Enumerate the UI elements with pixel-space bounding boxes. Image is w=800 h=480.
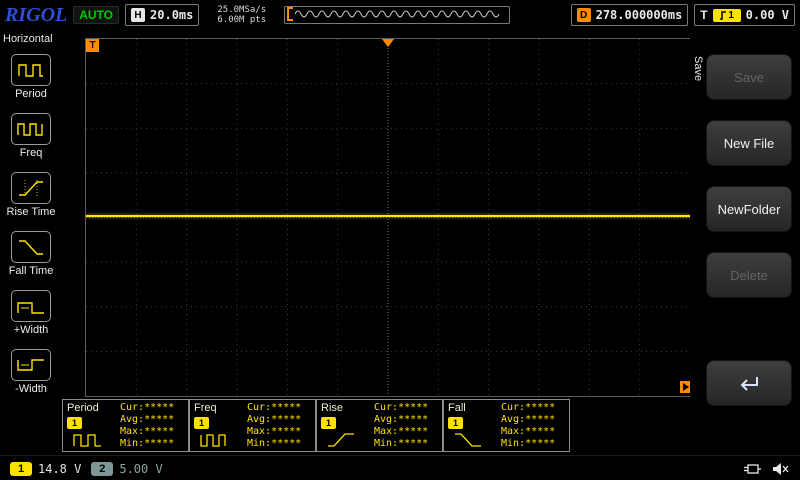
measurement-name: Period bbox=[67, 402, 99, 414]
freq-waveform-icon bbox=[200, 434, 226, 447]
acquisition-info: 25.0MSa/s 6.00M pts bbox=[217, 5, 266, 25]
measurement-average: Avg:***** bbox=[501, 414, 556, 425]
measurement-item-rise[interactable]: Rise 1 Cur:***** Avg:***** Max:***** Min… bbox=[316, 399, 443, 452]
sidebar-item-plus-width[interactable]: +Width bbox=[11, 290, 51, 336]
oscilloscope-screen: RIGOL AUTO H 20.0ms 25.0MSa/s 6.00M pts … bbox=[0, 0, 800, 480]
channel-badge: 1 bbox=[194, 417, 209, 429]
measurement-average: Avg:***** bbox=[374, 414, 429, 425]
sidebar-item-period[interactable]: Period bbox=[11, 54, 51, 100]
trigger-source-badge: 1 bbox=[712, 8, 741, 22]
measurement-bar: Period 1 Cur:***** Avg:***** Max:***** M… bbox=[62, 399, 570, 452]
fall-time-icon bbox=[11, 231, 51, 263]
channel1-scale: 14.8 V bbox=[38, 461, 82, 476]
horizontal-measure-menu: Horizontal Period Freq Rise Time Fall Ti… bbox=[0, 30, 62, 455]
measurement-item-period[interactable]: Period 1 Cur:***** Avg:***** Max:***** M… bbox=[62, 399, 189, 452]
measurement-max: Max:***** bbox=[374, 426, 429, 437]
fall-waveform-icon bbox=[455, 433, 481, 447]
channel2-badge: 2 bbox=[91, 461, 114, 476]
delay-d-badge: D bbox=[576, 8, 591, 22]
memory-waveform-indicator[interactable] bbox=[284, 6, 511, 24]
measurement-min: Min:***** bbox=[501, 438, 556, 449]
horizontal-h-badge: H bbox=[131, 8, 146, 22]
enter-back-button[interactable] bbox=[706, 360, 792, 406]
horizontal-timebase-box[interactable]: H 20.0ms bbox=[125, 4, 200, 26]
channel1-badge: 1 bbox=[10, 461, 32, 476]
top-status-bar: RIGOL AUTO H 20.0ms 25.0MSa/s 6.00M pts … bbox=[0, 0, 800, 30]
sidebar-item-freq[interactable]: Freq bbox=[11, 113, 51, 159]
measurement-current: Cur:***** bbox=[374, 402, 429, 413]
trigger-level-marker[interactable]: T bbox=[86, 39, 99, 52]
trigger-box[interactable]: T 1 0.00 V bbox=[694, 4, 795, 26]
channel-badge: 1 bbox=[67, 417, 82, 429]
graticule-grid bbox=[86, 39, 690, 396]
trigger-channel: 1 bbox=[728, 9, 734, 21]
measurement-max: Max:***** bbox=[247, 426, 302, 437]
measurement-average: Avg:***** bbox=[120, 414, 175, 425]
measurement-name: Rise bbox=[321, 402, 344, 414]
measurement-name: Fall bbox=[448, 402, 466, 414]
menu-tab-save: Save bbox=[692, 56, 704, 82]
freq-icon bbox=[11, 113, 51, 145]
sidebar-item-label: -Width bbox=[15, 383, 47, 395]
plus-width-icon bbox=[11, 290, 51, 322]
channel2-scale: 5.00 V bbox=[119, 461, 163, 476]
save-button[interactable]: Save bbox=[706, 54, 792, 100]
measurement-min: Min:***** bbox=[374, 438, 429, 449]
measurement-min: Min:***** bbox=[247, 438, 302, 449]
measurement-item-fall[interactable]: Fall 1 Cur:***** Avg:***** Max:***** Min… bbox=[443, 399, 570, 452]
sidebar-item-rise-time[interactable]: Rise Time bbox=[6, 172, 56, 218]
delay-box[interactable]: D 278.000000ms bbox=[570, 4, 689, 26]
speaker-icon[interactable] bbox=[772, 462, 790, 476]
measurement-name: Freq bbox=[194, 402, 217, 414]
trigger-level-value: 0.00 V bbox=[745, 8, 789, 22]
channel1-status[interactable]: 1 14.8 V bbox=[10, 461, 82, 476]
delay-value: 278.000000ms bbox=[595, 8, 683, 22]
sidebar-item-label: Period bbox=[15, 88, 47, 100]
measurement-max: Max:***** bbox=[120, 426, 175, 437]
rise-time-icon bbox=[11, 172, 51, 204]
run-status-badge[interactable]: AUTO bbox=[73, 6, 120, 24]
rigol-logo: RIGOL bbox=[5, 3, 68, 26]
rise-waveform-icon bbox=[328, 433, 354, 447]
new-file-button[interactable]: New File bbox=[706, 120, 792, 166]
measurement-current: Cur:***** bbox=[247, 402, 302, 413]
trigger-position-marker[interactable] bbox=[382, 39, 394, 47]
return-arrow-icon bbox=[740, 377, 758, 391]
period-icon bbox=[11, 54, 51, 86]
sidebar-item-label: +Width bbox=[13, 324, 49, 336]
minus-width-icon bbox=[11, 349, 51, 381]
memory-depth: 6.00M pts bbox=[217, 15, 267, 25]
channel-badge: 1 bbox=[321, 417, 336, 429]
new-folder-button[interactable]: NewFolder bbox=[706, 186, 792, 232]
delete-button[interactable]: Delete bbox=[706, 252, 792, 298]
measurement-min: Min:***** bbox=[120, 438, 175, 449]
channel2-status[interactable]: 2 5.00 V bbox=[91, 461, 163, 476]
period-waveform-icon bbox=[73, 434, 101, 447]
usb-icon bbox=[744, 463, 761, 474]
save-softkey-menu: Save Save New File NewFolder Delete bbox=[690, 30, 800, 455]
channel-status-bar: 1 14.8 V 2 5.00 V bbox=[0, 455, 800, 480]
measurement-average: Avg:***** bbox=[247, 414, 302, 425]
sidebar-item-label: Freq bbox=[19, 147, 43, 159]
waveform-display-area[interactable]: T bbox=[85, 38, 692, 397]
sample-rate: 25.0MSa/s bbox=[217, 5, 267, 15]
memory-waveform-icon bbox=[287, 7, 500, 21]
menu-title: Horizontal bbox=[3, 33, 53, 45]
sidebar-item-label: Fall Time bbox=[8, 265, 54, 277]
timebase-value: 20.0ms bbox=[150, 8, 194, 22]
sidebar-item-label: Rise Time bbox=[6, 206, 56, 218]
trigger-t-label: T bbox=[700, 8, 708, 22]
measurement-max: Max:***** bbox=[501, 426, 556, 437]
window-bracket-icon bbox=[287, 7, 294, 21]
measurement-current: Cur:***** bbox=[120, 402, 175, 413]
measurement-item-freq[interactable]: Freq 1 Cur:***** Avg:***** Max:***** Min… bbox=[189, 399, 316, 452]
rising-edge-icon bbox=[720, 10, 727, 20]
channel1-trace bbox=[86, 215, 690, 217]
sidebar-item-minus-width[interactable]: -Width bbox=[11, 349, 51, 395]
sidebar-item-fall-time[interactable]: Fall Time bbox=[8, 231, 54, 277]
channel-badge: 1 bbox=[448, 417, 463, 429]
measurement-current: Cur:***** bbox=[501, 402, 556, 413]
